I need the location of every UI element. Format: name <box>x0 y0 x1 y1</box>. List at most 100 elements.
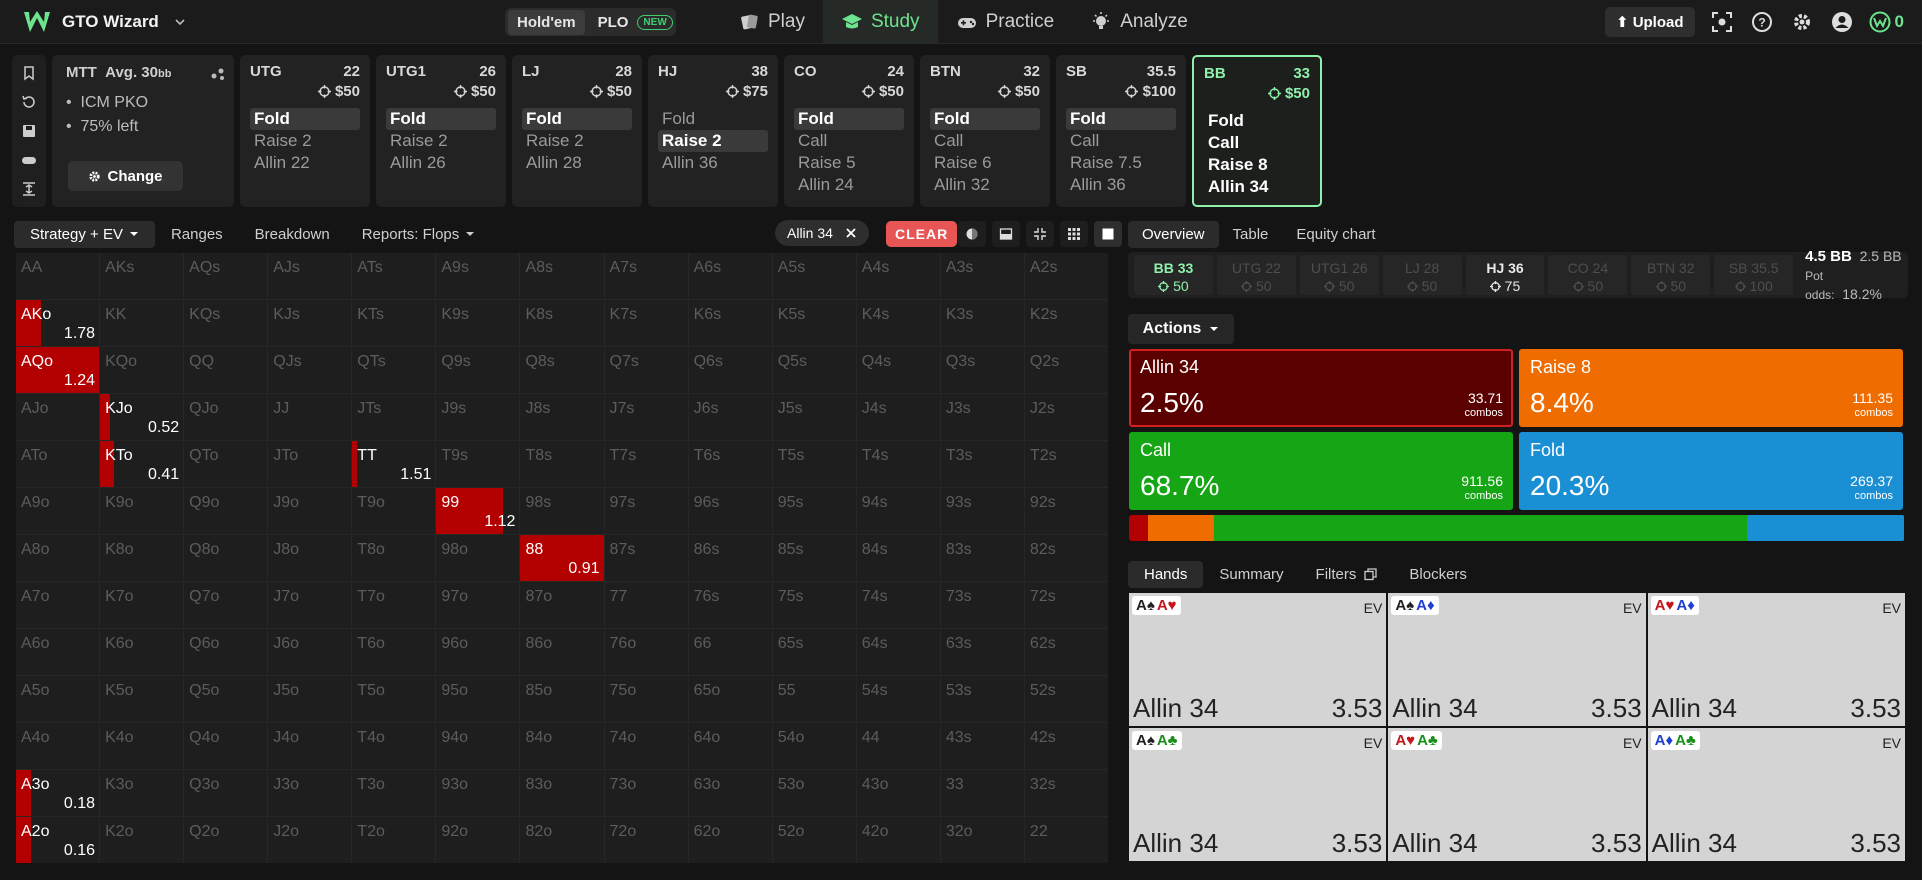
matrix-cell[interactable]: K9s <box>436 300 520 346</box>
matrix-cell[interactable]: J2o <box>268 817 352 863</box>
position-card-utg[interactable]: UTG 22 $50 Fold Raise 2 Allin 22 <box>240 55 370 207</box>
holdem-toggle[interactable]: Hold'em <box>508 9 585 35</box>
position-action[interactable]: Raise 8 <box>1204 154 1310 176</box>
matrix-cell[interactable]: T9s <box>436 441 520 487</box>
position-action[interactable]: Raise 7.5 <box>1066 152 1176 174</box>
matrix-cell[interactable]: T4o <box>352 723 436 769</box>
position-action[interactable]: Fold <box>794 108 904 130</box>
change-button[interactable]: Change <box>68 161 183 191</box>
position-action[interactable]: Allin 26 <box>386 152 496 174</box>
matrix-cell[interactable]: 65s <box>772 629 856 675</box>
hand-combo-cell[interactable]: A♠ A♣ EV Allin 34 3.53 <box>1129 728 1387 861</box>
position-action[interactable]: Raise 2 <box>522 130 632 152</box>
matrix-cell[interactable]: AJo <box>16 394 100 440</box>
matrix-cell[interactable]: J7o <box>268 582 352 628</box>
position-action[interactable]: Fold <box>250 108 360 130</box>
matrix-cell[interactable]: ATs <box>352 253 436 299</box>
position-action[interactable]: Call <box>930 130 1040 152</box>
tab-blockers[interactable]: Blockers <box>1393 561 1483 588</box>
matrix-cell[interactable]: QJs <box>268 347 352 393</box>
matrix-cell[interactable]: A7s <box>604 253 688 299</box>
position-card-lj[interactable]: LJ 28 $50 Fold Raise 2 Allin 28 <box>512 55 642 207</box>
matrix-cell[interactable]: 85s <box>772 535 856 581</box>
position-action[interactable]: Allin 28 <box>522 152 632 174</box>
matrix-cell[interactable]: 53o <box>772 770 856 816</box>
matrix-cell[interactable]: 44 <box>856 723 940 769</box>
position-action[interactable]: Allin 24 <box>794 174 904 196</box>
matrix-cell[interactable]: T2o <box>352 817 436 863</box>
matrix-cell[interactable]: 62s <box>1024 629 1108 675</box>
view-compress-icon[interactable] <box>1026 221 1054 247</box>
matrix-cell[interactable]: A6o <box>16 629 100 675</box>
matrix-cell[interactable]: 92o <box>436 817 520 863</box>
matrix-cell[interactable]: KK <box>100 300 184 346</box>
matrix-cell[interactable]: 92s <box>1024 488 1108 534</box>
matrix-cell[interactable]: QQ <box>184 347 268 393</box>
position-card-hj[interactable]: HJ 38 $75 Fold Raise 2 Allin 36 <box>648 55 778 207</box>
position-action[interactable]: Raise 2 <box>250 130 360 152</box>
matrix-cell[interactable]: Q7s <box>604 347 688 393</box>
matrix-cell[interactable]: 85o <box>520 676 604 722</box>
position-action[interactable]: Fold <box>658 108 768 130</box>
tab-hands[interactable]: Hands <box>1128 560 1204 588</box>
matrix-cell[interactable]: Q6s <box>688 347 772 393</box>
matrix-cell[interactable]: K8o <box>100 535 184 581</box>
position-action[interactable]: Fold <box>386 108 496 130</box>
matrix-cell[interactable]: 22 <box>1024 817 1108 863</box>
matrix-cell[interactable]: KQo <box>100 347 184 393</box>
matrix-cell[interactable]: Q4o <box>184 723 268 769</box>
matrix-cell[interactable]: 72o <box>604 817 688 863</box>
matrix-cell[interactable]: AJs <box>268 253 352 299</box>
position-action[interactable]: Call <box>1066 130 1176 152</box>
matrix-cell[interactable]: AKo 1.78 <box>16 300 100 346</box>
position-card-co[interactable]: CO 24 $50 Fold Call Raise 5 Allin 24 <box>784 55 914 207</box>
matrix-cell[interactable]: A3o 0.18 <box>16 770 100 816</box>
matrix-cell[interactable]: Q3s <box>940 347 1024 393</box>
tab-overview[interactable]: Overview <box>1128 220 1219 248</box>
matrix-cell[interactable]: 76o <box>604 629 688 675</box>
position-card-sb[interactable]: SB 35.5 $100 Fold Call Raise 7.5 Allin 36 <box>1056 55 1186 207</box>
matrix-cell[interactable]: 93s <box>940 488 1024 534</box>
matrix-cell[interactable]: A7o <box>16 582 100 628</box>
matrix-cell[interactable]: A4o <box>16 723 100 769</box>
gamepad-small-icon[interactable] <box>21 152 37 168</box>
action-card-fold[interactable]: Fold 20.3% 269.37 combos <box>1519 432 1903 510</box>
matrix-cell[interactable]: 66 <box>688 629 772 675</box>
position-action[interactable]: Fold <box>930 108 1040 130</box>
matrix-cell[interactable]: A2s <box>1024 253 1108 299</box>
tab-table[interactable]: Table <box>1219 221 1283 248</box>
matrix-cell[interactable]: KQs <box>184 300 268 346</box>
matrix-cell[interactable]: K5o <box>100 676 184 722</box>
position-action[interactable]: Allin 36 <box>658 152 768 174</box>
close-icon[interactable] <box>845 227 857 239</box>
matrix-cell[interactable]: J7s <box>604 394 688 440</box>
matrix-cell[interactable]: Q8o <box>184 535 268 581</box>
matrix-cell[interactable]: K6o <box>100 629 184 675</box>
nav-practice[interactable]: Practice <box>938 0 1073 44</box>
matrix-cell[interactable]: J6o <box>268 629 352 675</box>
position-action[interactable]: Allin 36 <box>1066 174 1176 196</box>
matrix-cell[interactable]: J3s <box>940 394 1024 440</box>
matrix-cell[interactable]: Q2s <box>1024 347 1108 393</box>
matrix-cell[interactable]: JTo <box>268 441 352 487</box>
matrix-cell[interactable]: 53s <box>940 676 1024 722</box>
matrix-cell[interactable]: AQo 1.24 <box>16 347 100 393</box>
bookmark-icon[interactable] <box>21 65 37 81</box>
matrix-cell[interactable]: J8s <box>520 394 604 440</box>
matrix-cell[interactable]: 88 0.91 <box>520 535 604 581</box>
matrix-cell[interactable]: 82o <box>520 817 604 863</box>
matrix-cell[interactable]: 95o <box>436 676 520 722</box>
matrix-cell[interactable]: J9s <box>436 394 520 440</box>
gear-icon[interactable] <box>1789 9 1815 35</box>
matrix-cell[interactable]: 32o <box>940 817 1024 863</box>
matrix-cell[interactable]: 54o <box>772 723 856 769</box>
matrix-cell[interactable]: Q5o <box>184 676 268 722</box>
plo-toggle[interactable]: PLO <box>589 10 638 35</box>
upload-button[interactable]: ⬆ Upload <box>1604 7 1695 37</box>
matrix-cell[interactable]: 55 <box>772 676 856 722</box>
hand-combo-cell[interactable]: A♥ A♦ EV Allin 34 3.53 <box>1647 593 1905 726</box>
matrix-cell[interactable]: K9o <box>100 488 184 534</box>
matrix-cell[interactable]: 62o <box>688 817 772 863</box>
matrix-cell[interactable]: 64o <box>688 723 772 769</box>
matrix-cell[interactable]: Q9s <box>436 347 520 393</box>
